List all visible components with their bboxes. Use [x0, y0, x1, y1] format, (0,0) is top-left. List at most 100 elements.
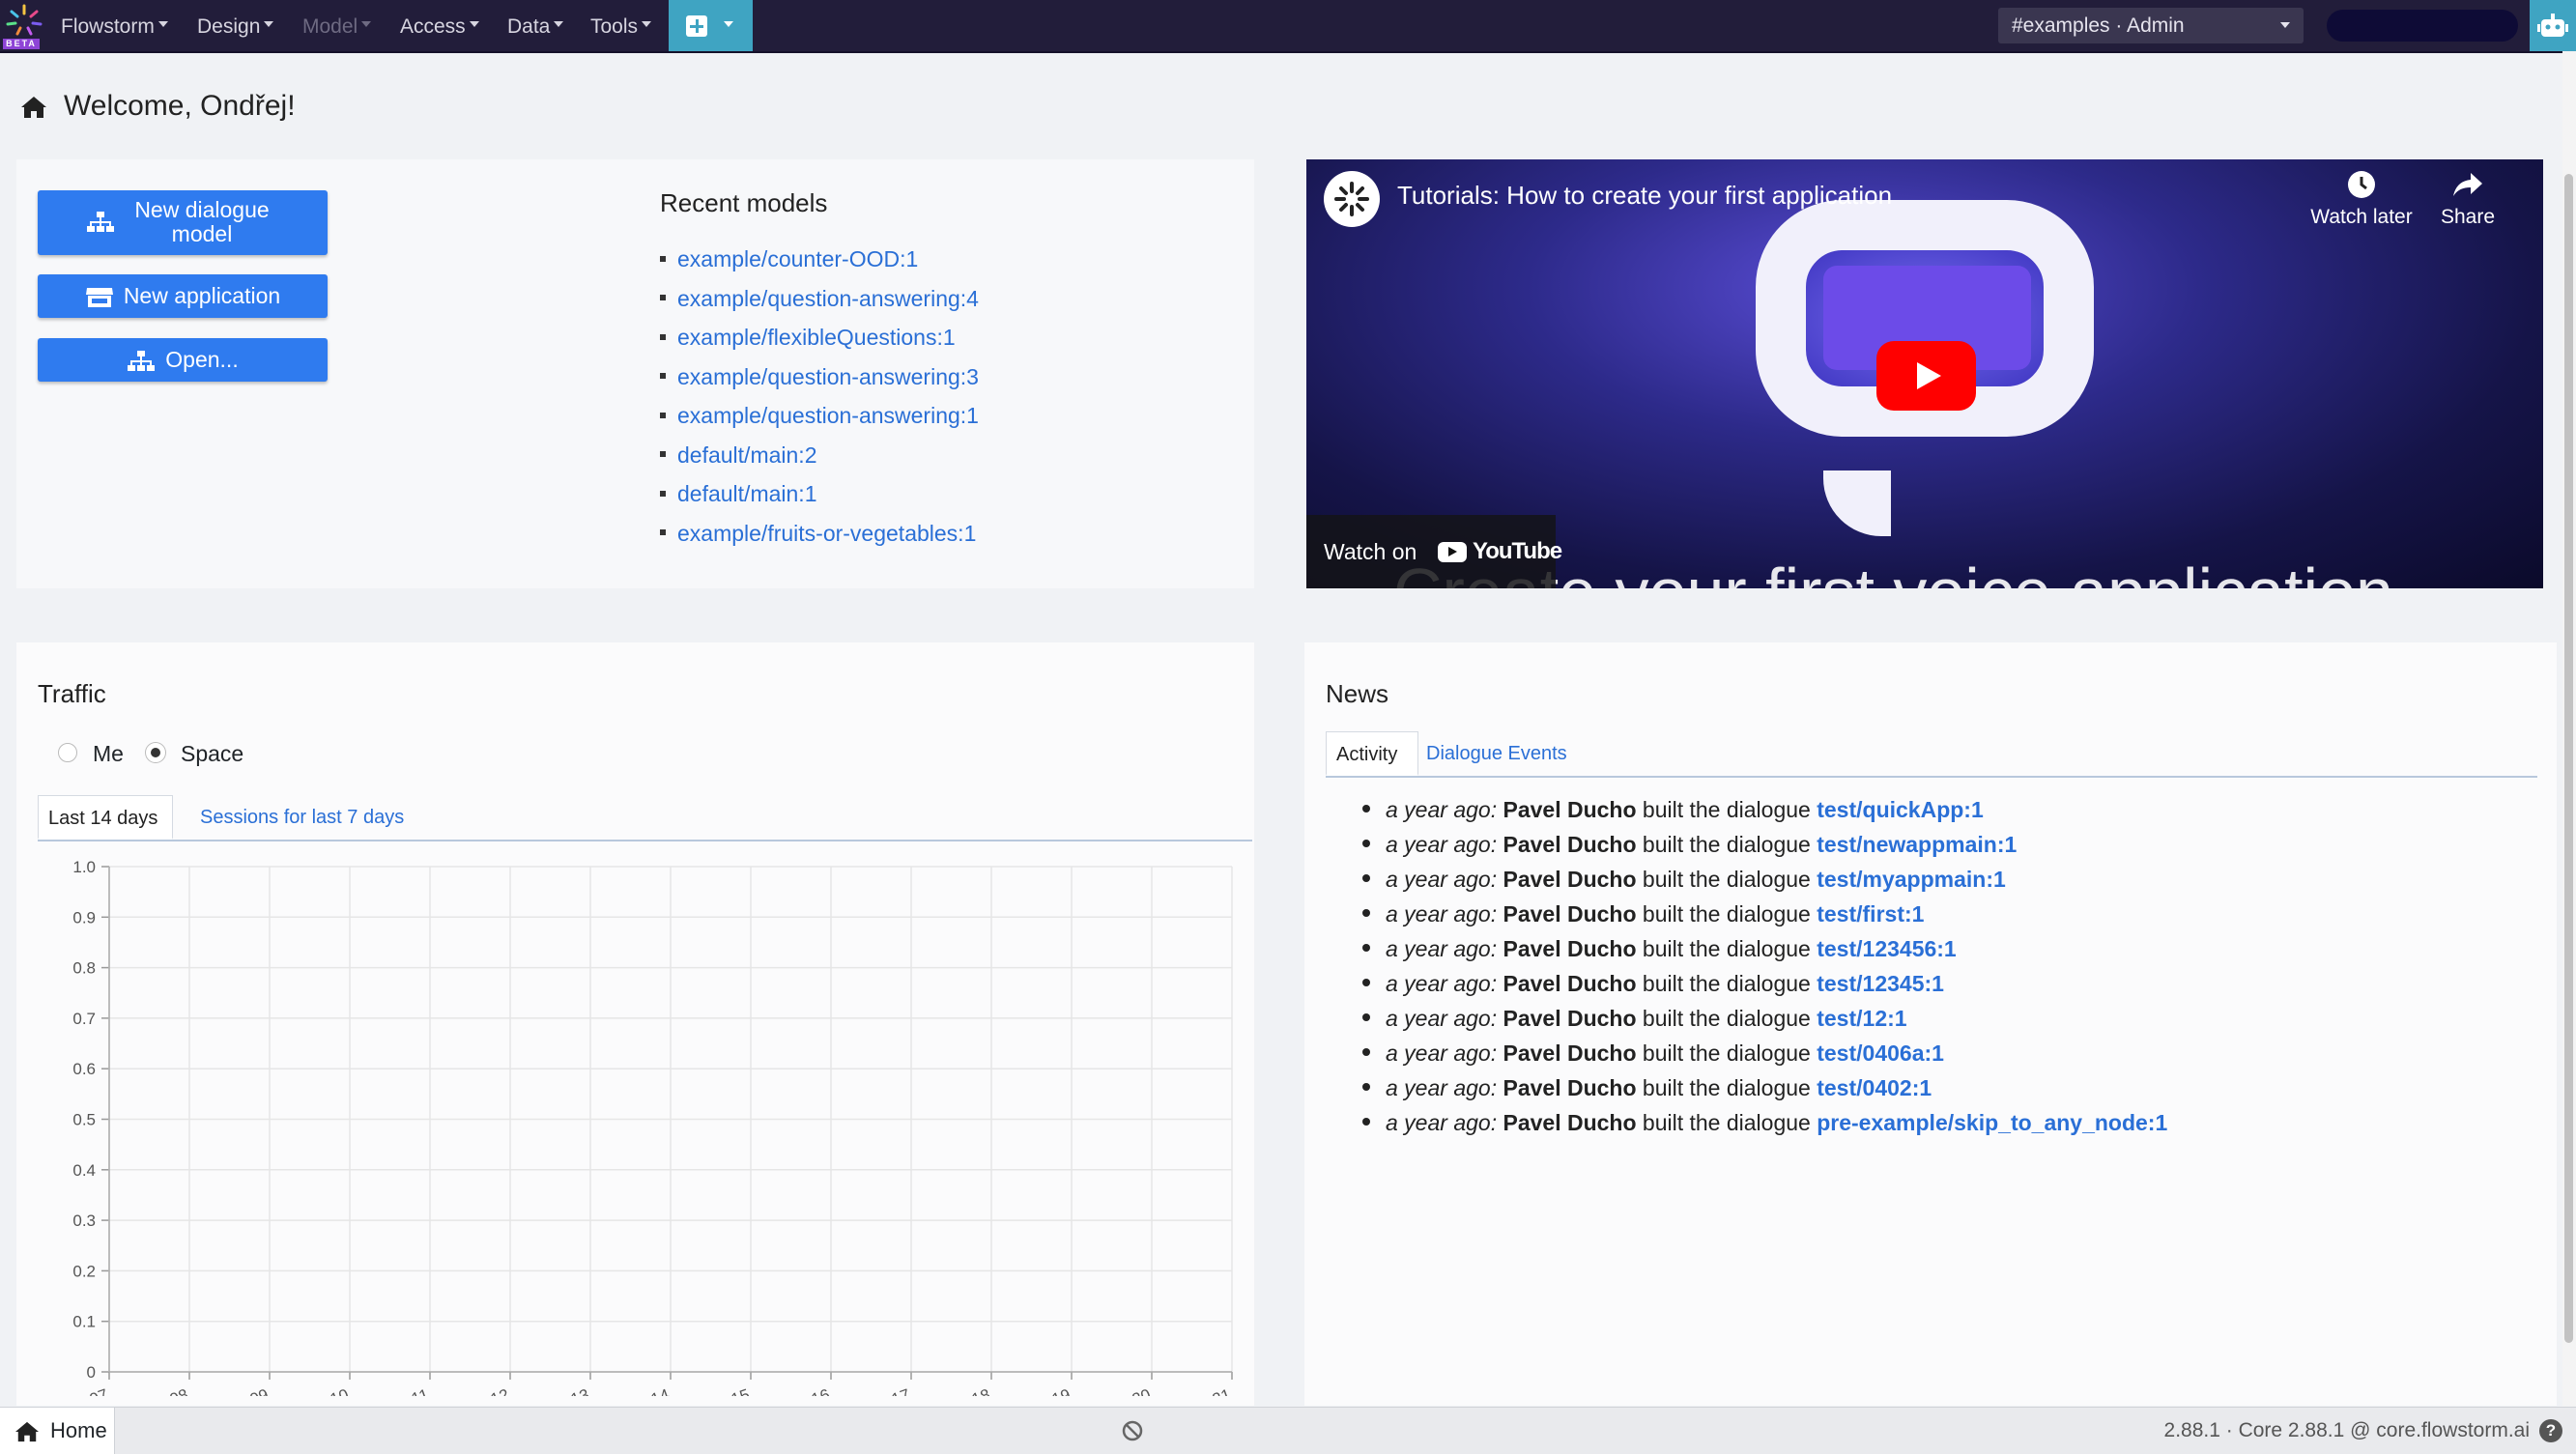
news-dialogue-link[interactable]: test/123456:1 [1817, 936, 1957, 961]
y-tick-label: 0.7 [72, 1010, 96, 1028]
x-tick-label: 23-02-14 [604, 1385, 672, 1396]
video-title[interactable]: Tutorials: How to create your first appl… [1397, 181, 1892, 211]
chevron-down-icon [157, 21, 168, 28]
recent-model-link[interactable]: default/main:2 [660, 442, 979, 482]
news-action: built the dialogue [1642, 1075, 1811, 1100]
y-tick-label: 0.9 [72, 908, 96, 927]
store-icon [85, 287, 113, 307]
news-time: a year ago: [1386, 1041, 1498, 1066]
news-dialogue-link[interactable]: test/first:1 [1817, 901, 1924, 927]
logo-star-icon [6, 4, 43, 36]
recent-model-link[interactable]: example/question-answering:1 [660, 403, 979, 442]
recent-model-link[interactable]: example/counter-OOD:1 [660, 246, 979, 286]
space-selector[interactable]: #examples · Admin [1998, 8, 2304, 43]
menu-label: Model [302, 15, 358, 38]
chevron-down-icon [642, 21, 652, 28]
news-time: a year ago: [1386, 1110, 1498, 1135]
menu-label: Flowstorm [61, 15, 155, 38]
radio-button[interactable] [146, 743, 165, 762]
space-selector-value: #examples · Admin [2012, 14, 2185, 37]
recent-models-list: example/counter-OOD:1 example/question-an… [660, 246, 979, 559]
tab-last-14-days[interactable]: Last 14 days [38, 795, 173, 840]
create-new-button[interactable] [669, 0, 753, 51]
menu-flowstorm[interactable]: Flowstorm [61, 0, 168, 51]
news-author: Pavel Ducho [1503, 867, 1637, 892]
news-item: a year ago: Pavel Ducho built the dialog… [1362, 1041, 2167, 1075]
traffic-tabs: Last 14 days Sessions for last 7 days [38, 795, 1252, 841]
x-tick-label: 23-02-09 [203, 1385, 271, 1396]
news-dialogue-link[interactable]: test/myappmain:1 [1817, 867, 2006, 892]
menu-tools[interactable]: Tools [590, 0, 652, 51]
news-dialogue-link[interactable]: test/quickApp:1 [1817, 797, 1984, 822]
radio-button[interactable] [58, 743, 77, 762]
y-tick-label: 0.1 [72, 1313, 96, 1331]
news-dialogue-link[interactable]: test/newappmain:1 [1817, 832, 2017, 857]
x-tick-label: 23-02-18 [925, 1385, 992, 1396]
news-time: a year ago: [1386, 797, 1498, 822]
help-icon[interactable]: ? [2539, 1419, 2562, 1442]
news-dialogue-link[interactable]: test/0402:1 [1817, 1075, 1932, 1100]
button-label: Open... [165, 347, 239, 372]
recent-models-title: Recent models [660, 188, 828, 217]
traffic-title: Traffic [38, 679, 106, 708]
recent-model-link[interactable]: example/flexibleQuestions:1 [660, 325, 979, 364]
scrollbar-thumb[interactable] [2564, 174, 2573, 1343]
radio-label: Space [181, 741, 244, 766]
watch-on-label: Watch on [1324, 539, 1417, 564]
quick-actions-panel: New dialogue model New application Open.… [16, 159, 1254, 588]
share-icon [2453, 173, 2482, 196]
menu-data[interactable]: Data [507, 0, 564, 51]
chevron-down-icon[interactable] [724, 21, 733, 27]
news-action: built the dialogue [1642, 901, 1811, 927]
recent-model-link[interactable]: default/main:1 [660, 481, 979, 521]
video-thumbnail-tail [1823, 470, 1891, 536]
menu-access[interactable]: Access [400, 0, 479, 51]
share-button[interactable]: Share [2410, 169, 2526, 229]
recent-model-link[interactable]: example/fruits-or-vegetables:1 [660, 521, 979, 560]
watch-later-label: Watch later [2310, 206, 2413, 228]
user-menu[interactable] [2327, 10, 2518, 42]
news-item: a year ago: Pavel Ducho built the dialog… [1362, 1006, 2167, 1041]
tab-sessions-last-7-days[interactable]: Sessions for last 7 days [200, 795, 404, 840]
new-application-button[interactable]: New application [38, 274, 328, 318]
share-label: Share [2440, 206, 2496, 228]
menu-label: Tools [590, 15, 639, 38]
news-author: Pavel Ducho [1503, 832, 1637, 857]
x-tick-label: 23-02-17 [844, 1385, 912, 1396]
news-title: News [1326, 679, 1389, 708]
news-action: built the dialogue [1642, 1006, 1811, 1031]
news-action: built the dialogue [1642, 971, 1811, 996]
x-tick-label: 23-02-20 [1085, 1385, 1153, 1396]
open-button[interactable]: Open... [38, 338, 328, 382]
flowstorm-logo[interactable]: BETA [0, 0, 50, 51]
chevron-down-icon [469, 21, 479, 28]
tab-home[interactable]: Home [0, 1408, 115, 1454]
recent-model-link[interactable]: example/question-answering:4 [660, 286, 979, 326]
news-author: Pavel Ducho [1503, 1006, 1637, 1031]
tutorial-video[interactable]: Tutorials: How to create your first appl… [1306, 159, 2543, 588]
news-author: Pavel Ducho [1503, 971, 1637, 996]
tab-dialogue-events[interactable]: Dialogue Events [1426, 731, 1567, 776]
bot-button[interactable] [2530, 0, 2576, 51]
y-tick-label: 0.6 [72, 1060, 96, 1078]
status-bar: Home 2.88.1 · Core 2.88.1 @ core.flowsto… [0, 1407, 2576, 1454]
watch-on-youtube-button[interactable]: Watch on YouTube [1306, 515, 1562, 588]
news-time: a year ago: [1386, 936, 1498, 961]
channel-avatar[interactable] [1324, 171, 1380, 227]
news-dialogue-link[interactable]: test/12:1 [1817, 1006, 1906, 1031]
x-tick-label: 23-02-16 [764, 1385, 832, 1396]
new-dialogue-model-button[interactable]: New dialogue model [38, 190, 328, 255]
menu-design[interactable]: Design [197, 0, 274, 51]
news-item: a year ago: Pavel Ducho built the dialog… [1362, 867, 2167, 901]
play-icon[interactable] [1876, 341, 1976, 411]
news-dialogue-link[interactable]: pre-example/skip_to_any_node:1 [1817, 1110, 2167, 1135]
news-dialogue-link[interactable]: test/12345:1 [1817, 971, 1944, 996]
news-dialogue-link[interactable]: test/0406a:1 [1817, 1041, 1944, 1066]
x-tick-label: 23-02-12 [444, 1385, 511, 1396]
x-tick-label: 23-02-07 [43, 1385, 110, 1396]
recent-model-link[interactable]: example/question-answering:3 [660, 364, 979, 404]
news-item: a year ago: Pavel Ducho built the dialog… [1362, 797, 2167, 832]
robot-icon [2537, 14, 2568, 37]
watch-later-button[interactable]: Watch later [2304, 169, 2419, 229]
tab-activity[interactable]: Activity [1326, 731, 1418, 776]
